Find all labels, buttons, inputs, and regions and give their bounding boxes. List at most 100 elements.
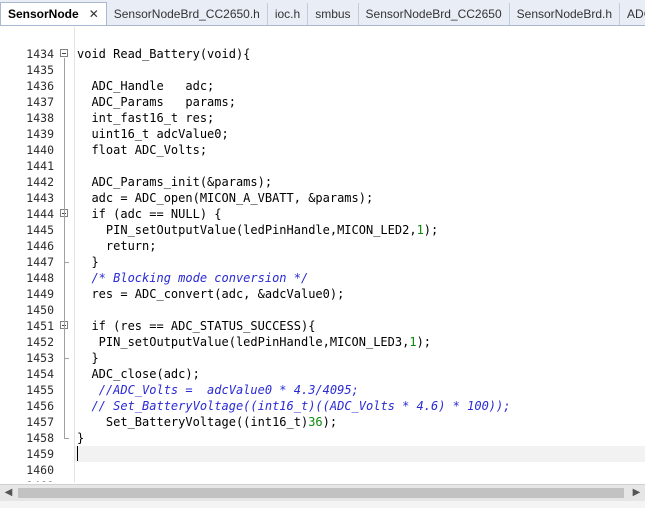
- code-text: int_fast16_t res;: [77, 110, 214, 126]
- code-segment: if (adc == NULL) {: [77, 207, 222, 221]
- line-number: 1436: [26, 79, 54, 93]
- code-line[interactable]: 1454 ADC_close(adc);: [0, 366, 645, 382]
- scroll-right-arrow-icon[interactable]: ▶: [628, 485, 645, 501]
- tab-sensornode[interactable]: SensorNode ✕: [0, 2, 107, 25]
- code-line[interactable]: 1458}: [0, 430, 645, 446]
- code-line[interactable]: 1447 }: [0, 254, 645, 270]
- code-segment: void Read_Battery(void){: [77, 47, 251, 61]
- tab-sensornodebrd-cc2650[interactable]: SensorNodeBrd_CC2650: [359, 3, 510, 25]
- code-line[interactable]: 1442 ADC_Params_init(&params);: [0, 174, 645, 190]
- horizontal-scrollbar[interactable]: ◀ ▶: [0, 484, 645, 501]
- code-text: ADC_close(adc);: [77, 366, 200, 382]
- fold-guide: [64, 58, 65, 438]
- code-line[interactable]: 1445 PIN_setOutputValue(ledPinHandle,MIC…: [0, 222, 645, 238]
- code-text: void Read_Battery(void){: [77, 46, 250, 62]
- code-comment: /* Blocking mode conversion */: [91, 271, 309, 285]
- code-text: PIN_setOutputValue(ledPinHandle,MICON_LE…: [77, 222, 438, 238]
- code-segment: adc = ADC_open(MICON_A_VBATT, &params);: [77, 191, 374, 205]
- tab-label: SensorNodeBrd.h: [516, 7, 613, 21]
- code-comment: //ADC_Volts = adcValue0 * 4.3/4095;: [98, 383, 359, 397]
- code-line[interactable]: 1438 int_fast16_t res;: [0, 110, 645, 126]
- code-line[interactable]: 1434 void Read_Battery(void){: [0, 46, 645, 62]
- code-segment: }: [77, 431, 85, 445]
- code-text: if (adc == NULL) {: [77, 206, 222, 222]
- code-line[interactable]: 1455 //ADC_Volts = adcValue0 * 4.3/4095;: [0, 382, 645, 398]
- code-segment: ADC_close(adc);: [77, 367, 200, 381]
- code-segment: ADC_Handle adc;: [77, 79, 215, 93]
- code-line[interactable]: 1443 adc = ADC_open(MICON_A_VBATT, &para…: [0, 190, 645, 206]
- tab-sensornodebrd-cc2650-h[interactable]: SensorNodeBrd_CC2650.h: [107, 3, 268, 25]
- code-line[interactable]: 1439 uint16_t adcValue0;: [0, 126, 645, 142]
- code-text: adc = ADC_open(MICON_A_VBATT, &params);: [77, 190, 373, 206]
- close-tab-icon[interactable]: ✕: [89, 3, 99, 25]
- code-text: }: [77, 254, 98, 270]
- code-line[interactable]: 1453 }: [0, 350, 645, 366]
- tab-label: SensorNodeBrd_CC2650: [365, 7, 502, 21]
- line-number: 1437: [26, 95, 54, 109]
- code-text: Set_BatteryVoltage((int16_t)36);: [77, 414, 337, 430]
- tab-sensornodebrd-h[interactable]: SensorNodeBrd.h: [510, 3, 621, 25]
- tab-smbus[interactable]: smbus: [308, 3, 359, 25]
- code-segment: float ADC_Volts;: [77, 143, 208, 157]
- line-number: 1438: [26, 111, 54, 125]
- line-number: 1447: [26, 255, 54, 269]
- code-line[interactable]: 1448 /* Blocking mode conversion */: [0, 270, 645, 286]
- line-number: 1452: [26, 335, 54, 349]
- code-line[interactable]: 1452 PIN_setOutputValue(ledPinHandle,MIC…: [0, 334, 645, 350]
- line-number: 1445: [26, 223, 54, 237]
- line-number: 1439: [26, 127, 54, 141]
- code-line[interactable]: 1457 Set_BatteryVoltage((int16_t)36);: [0, 414, 645, 430]
- code-text: }: [77, 350, 98, 366]
- tab-label: smbus: [315, 7, 351, 21]
- tab-bar: SensorNode ✕ SensorNodeBrd_CC2650.h ioc.h sm…: [0, 0, 645, 26]
- code-line[interactable]: 1446 return;: [0, 238, 645, 254]
- code-line[interactable]: 1437 ADC_Params params;: [0, 94, 645, 110]
- code-line[interactable]: 1436 ADC_Handle adc;: [0, 78, 645, 94]
- code-segment: ADC_Params_init(&params);: [77, 175, 273, 189]
- code-line[interactable]: 1450: [0, 302, 645, 318]
- code-segment: Set_BatteryVoltage((int16_t): [77, 415, 309, 429]
- code-editor[interactable]: 1434 void Read_Battery(void){1435 1436 ADC…: [0, 27, 645, 482]
- code-line[interactable]: 1435: [0, 62, 645, 78]
- code-line[interactable]: 1451 if (res == ADC_STATUS_SUCCESS){: [0, 318, 645, 334]
- tab-label: SensorNodeBrd_CC2650.h: [113, 7, 260, 21]
- code-line[interactable]: 1461: [0, 478, 645, 482]
- code-line[interactable]: 1449 res = ADC_convert(adc, &adcValue0);: [0, 286, 645, 302]
- code-segment: PIN_setOutputValue(ledPinHandle,MICON_LE…: [77, 335, 410, 349]
- scroll-left-arrow-icon[interactable]: ◀: [0, 485, 17, 501]
- tab-ioc-h[interactable]: ioc.h: [268, 3, 309, 25]
- code-segment: );: [423, 223, 439, 237]
- line-number: 1460: [26, 463, 54, 477]
- scrollbar-thumb[interactable]: [18, 488, 624, 498]
- code-line[interactable]: 1444 if (adc == NULL) {: [0, 206, 645, 222]
- code-text: return;: [77, 238, 157, 254]
- line-number: 1457: [26, 415, 54, 429]
- tab-label: SensorNode: [8, 7, 79, 21]
- line-number: 1440: [26, 143, 54, 157]
- line-number: 1448: [26, 271, 54, 285]
- code-line[interactable]: 1460: [0, 462, 645, 478]
- code-line[interactable]: 1441: [0, 158, 645, 174]
- line-number: 1444: [26, 207, 54, 221]
- code-line[interactable]: 1456 // Set_BatteryVoltage((int16_t)((AD…: [0, 398, 645, 414]
- line-number: 1450: [26, 303, 54, 317]
- line-number: 1451: [26, 319, 54, 333]
- code-text: uint16_t adcValue0;: [77, 126, 229, 142]
- line-number: 1461: [0, 478, 54, 482]
- tab-label: ADC.h: [627, 7, 645, 21]
- code-line[interactable]: 1459: [0, 446, 645, 462]
- line-number: 1446: [26, 239, 54, 253]
- line-number: 1454: [26, 367, 54, 381]
- line-number: 1441: [26, 159, 54, 173]
- code-text: // Set_BatteryVoltage((int16_t)((ADC_Vol…: [77, 398, 510, 414]
- code-text: /* Blocking mode conversion */: [77, 270, 308, 286]
- code-line[interactable]: 1440 float ADC_Volts;: [0, 142, 645, 158]
- fold-collapse-icon[interactable]: [60, 49, 68, 57]
- code-segment: PIN_setOutputValue(ledPinHandle,MICON_LE…: [77, 223, 417, 237]
- tab-adc-h[interactable]: ADC.h: [620, 3, 645, 25]
- code-segment: uint16_t adcValue0;: [77, 127, 229, 141]
- line-number: 1442: [26, 175, 54, 189]
